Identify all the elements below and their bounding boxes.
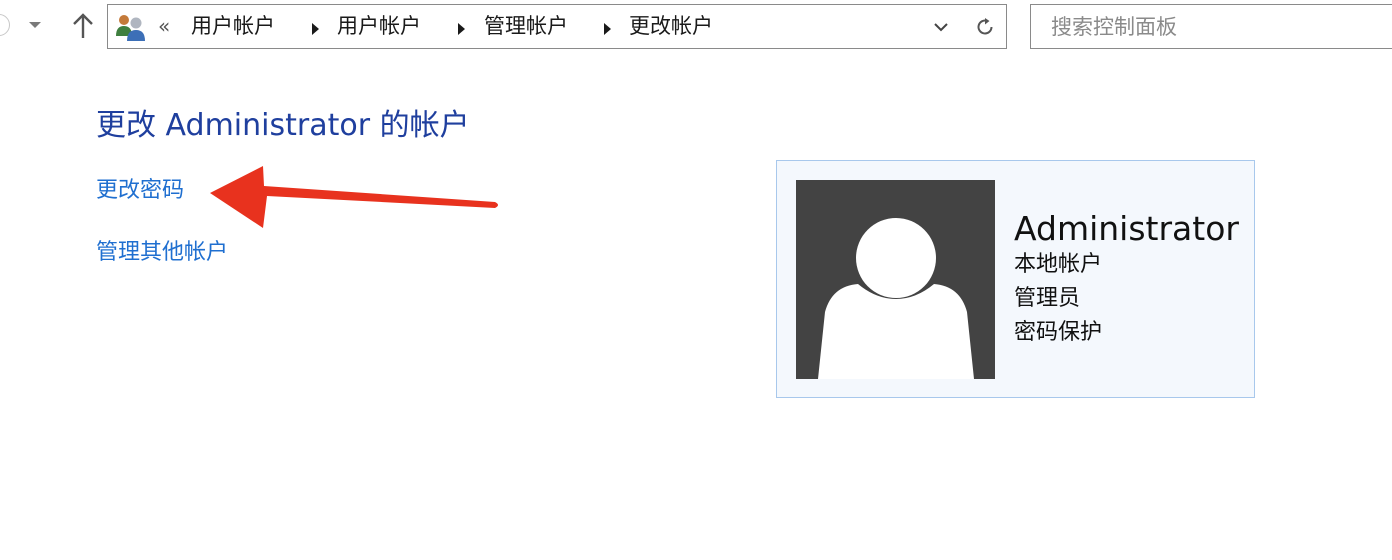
account-password-status: 密码保护 (1014, 320, 1103, 345)
account-type: 本地帐户 (1014, 252, 1103, 277)
user-silhouette-icon (818, 218, 974, 379)
breadcrumb-separator-icon[interactable] (604, 23, 611, 35)
breadcrumb-item-manage-accounts[interactable]: 管理帐户 (484, 11, 568, 41)
breadcrumb-separator-icon[interactable] (312, 23, 319, 35)
control-panel-window: « 用户帐户 用户帐户 管理帐户 更改帐户 更改 Administrator 的… (0, 0, 1392, 560)
up-arrow-icon[interactable] (70, 12, 96, 40)
breadcrumb-item-change-account[interactable]: 更改帐户 (629, 11, 713, 41)
avatar (796, 180, 995, 379)
page-title: 更改 Administrator 的帐户 (96, 108, 470, 143)
account-role: 管理员 (1014, 286, 1081, 311)
users-icon (116, 15, 145, 41)
refresh-icon[interactable] (974, 16, 996, 38)
search-input[interactable] (1031, 5, 1391, 48)
breadcrumb-item-user-accounts[interactable]: 用户帐户 (191, 11, 275, 41)
breadcrumb-item-user-accounts-2[interactable]: 用户帐户 (337, 11, 421, 41)
recent-locations-chevron-down-icon[interactable] (29, 22, 41, 28)
red-annotation-arrow-icon (210, 166, 498, 228)
account-card: Administrator 本地帐户 管理员 密码保护 (776, 160, 1255, 398)
breadcrumb-separator-icon[interactable] (458, 23, 465, 35)
address-bar[interactable]: « 用户帐户 用户帐户 管理帐户 更改帐户 (107, 4, 1007, 49)
back-circle-icon[interactable] (0, 14, 10, 36)
breadcrumb-overflow[interactable]: « (158, 14, 170, 38)
manage-other-accounts-link[interactable]: 管理其他帐户 (96, 238, 228, 268)
chevron-down-icon[interactable] (932, 18, 950, 36)
search-box[interactable] (1030, 4, 1392, 49)
change-password-link[interactable]: 更改密码 (96, 176, 184, 206)
account-name: Administrator (1014, 209, 1239, 248)
